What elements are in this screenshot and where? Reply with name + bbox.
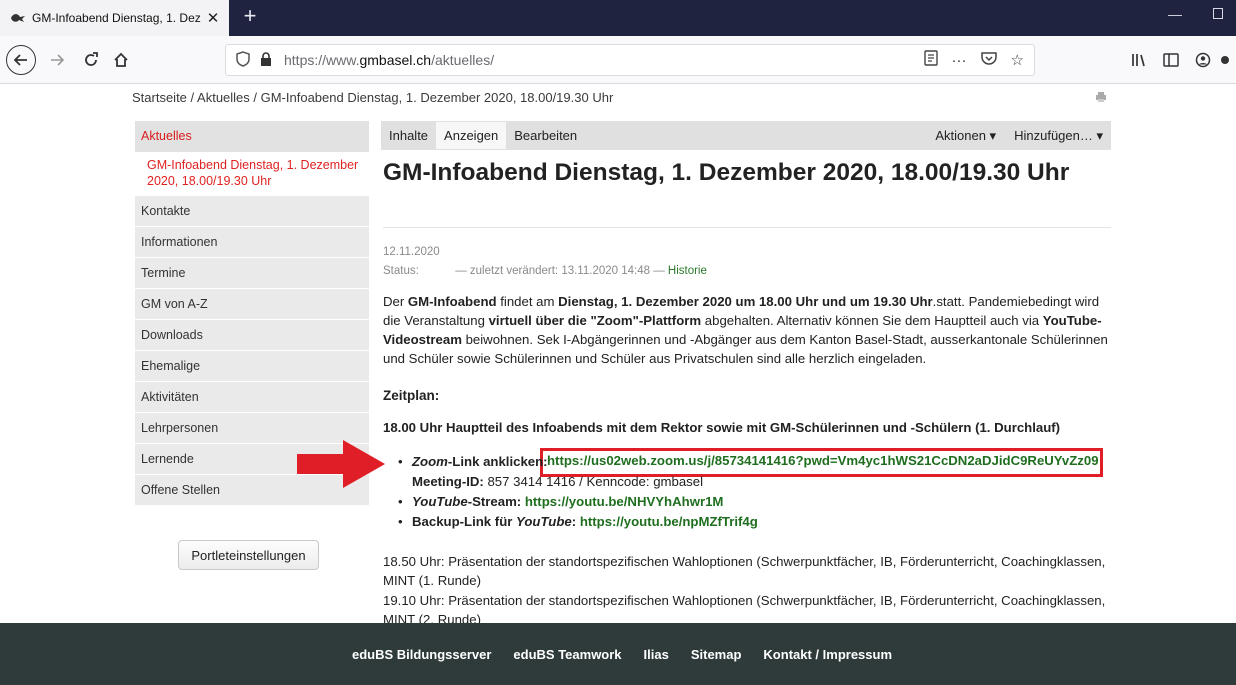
meeting-id-value: 857 3414 1416 / Kenncode: gmbasel (487, 474, 704, 489)
portlet-settings-button[interactable]: Portleteinstellungen (178, 540, 319, 570)
page-title: GM-Infoabend Dienstag, 1. Dezember 2020,… (383, 159, 1070, 186)
bookmark-star-icon[interactable]: ☆ (1011, 51, 1024, 69)
pocket-icon[interactable] (980, 51, 997, 69)
publish-date: 12.11.2020 (383, 246, 440, 258)
library-icon[interactable] (1126, 48, 1152, 72)
print-icon[interactable] (1095, 91, 1107, 106)
intro-bold-3: virtuell über die "Zoom"-Plattform (488, 313, 702, 328)
backup-youtube-link[interactable]: https://youtu.be/npMZfTrif4g (580, 514, 758, 529)
lock-icon[interactable] (260, 51, 272, 69)
footer-link-kontakt[interactable]: Kontakt / Impressum (763, 647, 892, 662)
sidebar-subitem-infoabend[interactable]: GM-Infoabend Dienstag, 1. Dezember 2020,… (135, 153, 369, 196)
footer-link-teamwork[interactable]: eduBS Teamwork (513, 647, 621, 662)
new-tab-icon[interactable]: + (238, 4, 262, 30)
extension-icon[interactable] (1218, 48, 1232, 72)
forward-arrow-icon[interactable] (44, 48, 70, 72)
list-item-meeting: Meeting-ID: 857 3414 1416 / Kenncode: gm… (398, 472, 758, 492)
footer-link-bildungsserver[interactable]: eduBS Bildungsserver (352, 647, 491, 662)
youtube-label: -Stream: (467, 494, 522, 509)
add-menu[interactable]: Hinzufügen… ▾ (1014, 128, 1103, 144)
zeitplan-heading: Zeitplan: (383, 388, 440, 403)
status-text: — zuletzt verändert: 13.11.2020 14:48 — (455, 265, 665, 277)
url-domain: gmbasel.ch (359, 52, 432, 68)
zoom-label-em: Zoom (412, 454, 448, 469)
site-favicon-icon (10, 12, 26, 24)
backup-label-em: YouTube (516, 514, 572, 529)
account-icon[interactable] (1190, 48, 1216, 72)
toolbar-menus: Aktionen ▾ Hinzufügen… ▾ (935, 128, 1111, 144)
sidebar-item-downloads[interactable]: Downloads (135, 320, 369, 351)
reload-icon[interactable] (78, 48, 104, 72)
home-icon[interactable] (108, 48, 134, 72)
tab-bearbeiten[interactable]: Bearbeiten (506, 122, 585, 149)
zoom-meeting-link[interactable]: https://us02web.zoom.us/j/85734141416?pw… (547, 453, 1099, 468)
sidebar-item-termine[interactable]: Termine (135, 258, 369, 289)
sidebar-item-kontakte[interactable]: Kontakte (135, 196, 369, 227)
intro-text-5: beiwohnen. Sek I-Abgängerinnen und -Abgä… (383, 332, 1108, 366)
reader-icon[interactable] (923, 50, 938, 70)
url-prefix: https://www. (284, 52, 360, 68)
youtube-label-em: YouTube (412, 494, 468, 509)
browser-tab[interactable]: GM-Infoabend Dienstag, 1. Dez ✕ (0, 0, 229, 36)
tab-anzeigen[interactable]: Anzeigen (436, 122, 507, 149)
url-text[interactable]: https://www.gmbasel.ch/aktuelles/ (284, 52, 494, 68)
tab-inhalte[interactable]: Inhalte (381, 122, 436, 149)
meeting-id-label: Meeting-ID: (412, 474, 484, 489)
schedule-text: 18.50 Uhr: Präsentation der standortspez… (383, 552, 1113, 630)
close-tab-icon[interactable]: ✕ (205, 9, 221, 27)
sidebar-item-aktuelles[interactable]: Aktuelles (135, 121, 369, 153)
list-item-youtube: • YouTube-Stream: https://youtu.be/NHVYh… (398, 494, 724, 509)
navigation-bar: https://www.gmbasel.ch/aktuelles/ ··· ☆ (0, 36, 1236, 84)
zoom-label: -Link anklicken: (447, 454, 548, 469)
url-path: /aktuelles/ (431, 52, 495, 68)
url-actions: ··· ☆ (923, 50, 1024, 70)
tab-bar: GM-Infoabend Dienstag, 1. Dez ✕ + — (0, 0, 1236, 36)
more-icon[interactable]: ··· (952, 52, 967, 69)
backup-label: Backup-Link für (412, 514, 517, 529)
list-item-backup: • Backup-Link für YouTube: https://youtu… (398, 514, 758, 529)
status-line: Status: — zuletzt verändert: 13.11.2020 … (383, 265, 707, 277)
footer-link-sitemap[interactable]: Sitemap (691, 647, 742, 662)
sidebar-icon[interactable] (1158, 48, 1184, 72)
intro-bold-1: GM-Infoabend (407, 294, 497, 309)
actions-menu[interactable]: Aktionen ▾ (935, 128, 996, 144)
history-link[interactable]: Historie (668, 265, 707, 277)
intro-paragraph: Der GM-Infoabend findet am Dienstag, 1. … (383, 292, 1113, 368)
sidebar-item-informationen[interactable]: Informationen (135, 227, 369, 258)
intro-text-2: findet am (496, 294, 559, 309)
schedule-item: 18.50 Uhr: Präsentation der standortspez… (383, 554, 1106, 588)
back-arrow-icon[interactable] (6, 45, 36, 75)
site-footer: eduBS Bildungsserver eduBS Teamwork Ilia… (0, 623, 1236, 685)
hauptteil-heading: 18.00 Uhr Hauptteil des Infoabends mit d… (383, 420, 1061, 435)
intro-text-1: Der (383, 294, 408, 309)
status-label: Status: (383, 265, 419, 277)
sidebar-item-ehemalige[interactable]: Ehemalige (135, 351, 369, 382)
breadcrumb[interactable]: Startseite / Aktuelles / GM-Infoabend Di… (132, 90, 613, 105)
restore-window-icon[interactable] (1213, 8, 1223, 19)
minimize-window-icon[interactable]: — (1168, 6, 1182, 22)
tracking-protection-icon[interactable] (236, 50, 250, 70)
youtube-link[interactable]: https://youtu.be/NHVYhAhwr1M (525, 494, 724, 509)
backup-colon: : (571, 514, 577, 529)
sidebar-item-gm-von-a-z[interactable]: GM von A-Z (135, 289, 369, 320)
edit-toolbar: Inhalte Anzeigen Bearbeiten Aktionen ▾ H… (381, 121, 1111, 150)
sidebar-item-aktivitaeten[interactable]: Aktivitäten (135, 382, 369, 413)
title-divider (383, 227, 1111, 228)
tab-title: GM-Infoabend Dienstag, 1. Dez (32, 11, 201, 25)
intro-bold-2: Dienstag, 1. Dezember 2020 um 18.00 Uhr … (558, 294, 933, 309)
footer-link-ilias[interactable]: Ilias (644, 647, 669, 662)
intro-text-4: abgehalten. Alternativ können Sie dem Ha… (701, 313, 1043, 328)
address-bar[interactable]: https://www.gmbasel.ch/aktuelles/ ··· ☆ (225, 44, 1035, 76)
